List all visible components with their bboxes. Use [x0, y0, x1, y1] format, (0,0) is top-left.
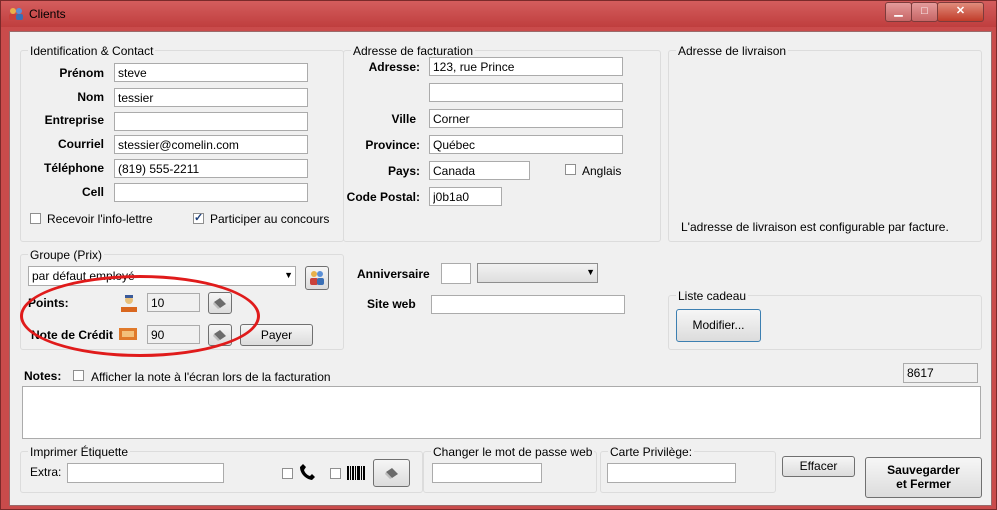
identification-legend: Identification & Contact: [28, 44, 156, 58]
pays-label: Pays:: [387, 164, 420, 178]
modifier-liste-button[interactable]: Modifier...: [676, 309, 761, 342]
title-bar[interactable]: Clients ▁ □ ✕: [1, 1, 996, 27]
adresse-line2-field[interactable]: [429, 83, 623, 102]
chevron-down-icon: ▼: [284, 270, 293, 280]
nom-field[interactable]: [114, 88, 308, 107]
telephone-field[interactable]: [114, 159, 308, 178]
people-icon: [9, 8, 23, 20]
notes-label: Notes:: [24, 369, 62, 383]
phone-checkbox[interactable]: [282, 468, 293, 479]
carte-field[interactable]: [607, 463, 736, 483]
print-label-button[interactable]: [373, 459, 410, 487]
barcode-icon: [347, 466, 365, 480]
livraison-note: L'adresse de livraison est configurable …: [681, 220, 949, 234]
infolettre-label: Recevoir l'info-lettre: [47, 212, 153, 226]
window-title: Clients: [29, 7, 66, 21]
extra-label: Extra:: [30, 465, 62, 479]
province-field[interactable]: [429, 135, 623, 154]
concours-checkbox[interactable]: [193, 211, 204, 224]
sauvegarder-line1: Sauvegarder: [887, 463, 960, 477]
prenom-label: Prénom: [59, 66, 104, 80]
livraison-legend: Adresse de livraison: [676, 44, 789, 58]
infolettre-checkbox[interactable]: [30, 213, 41, 224]
concours-label: Participer au concours: [210, 212, 330, 226]
anniversaire-month-select[interactable]: ▼: [477, 263, 598, 283]
sauvegarder-fermer-button[interactable]: Sauvegarder et Fermer: [865, 457, 982, 498]
eraser-icon: [384, 468, 398, 479]
code-postal-label: Code Postal:: [346, 190, 420, 204]
groupe-people-button[interactable]: [305, 266, 329, 290]
people-icon: [310, 271, 324, 285]
client-id-field: [903, 363, 978, 383]
maximize-icon: □: [921, 5, 928, 17]
barcode-checkbox[interactable]: [330, 468, 341, 479]
livraison-group: Adresse de livraison: [668, 44, 982, 242]
clients-window: Clients ▁ □ ✕ Identification & Contact P…: [0, 0, 997, 510]
afficher-note-label: Afficher la note à l'écran lors de la fa…: [91, 370, 331, 384]
adresse-label: Adresse:: [368, 60, 420, 74]
carte-legend: Carte Privilège:: [608, 445, 695, 459]
mot-de-passe-field[interactable]: [432, 463, 542, 483]
pays-field[interactable]: [429, 161, 530, 180]
cell-label: Cell: [81, 185, 104, 199]
code-postal-field[interactable]: [429, 187, 502, 206]
close-icon: ✕: [955, 5, 966, 17]
nom-label: Nom: [77, 90, 104, 104]
effacer-button[interactable]: Effacer: [782, 456, 855, 477]
chevron-down-icon: ▼: [586, 267, 595, 277]
anniversaire-label: Anniversaire: [357, 267, 430, 281]
liste-cadeau-legend: Liste cadeau: [676, 289, 749, 303]
minimize-icon: ▁: [894, 5, 903, 17]
minimize-button[interactable]: ▁: [885, 2, 912, 22]
highlight-ellipse: [20, 275, 260, 357]
phone-icon: [300, 464, 315, 480]
telephone-label: Téléphone: [43, 161, 104, 175]
anglais-checkbox[interactable]: [565, 164, 576, 175]
site-web-field[interactable]: [431, 295, 625, 314]
notes-textarea[interactable]: [22, 386, 981, 439]
etiquette-legend: Imprimer Étiquette: [28, 445, 131, 459]
adresse-line1-field[interactable]: [429, 57, 623, 76]
form-area: Identification & Contact Prénom Nom Entr…: [9, 31, 992, 506]
afficher-note-checkbox[interactable]: [73, 370, 84, 381]
extra-field[interactable]: [67, 463, 224, 483]
mot-de-passe-legend: Changer le mot de passe web: [431, 445, 595, 459]
courriel-field[interactable]: [114, 135, 308, 154]
ville-label: Ville: [391, 112, 416, 126]
facturation-legend: Adresse de facturation: [351, 44, 476, 58]
entreprise-field[interactable]: [114, 112, 308, 131]
entreprise-label: Entreprise: [44, 113, 104, 127]
anniversaire-day-field[interactable]: [441, 263, 471, 284]
anglais-label: Anglais: [582, 164, 622, 178]
ville-field[interactable]: [429, 109, 623, 128]
cell-field[interactable]: [114, 183, 308, 202]
close-button[interactable]: ✕: [937, 2, 984, 22]
site-web-label: Site web: [367, 297, 416, 311]
courriel-label: Courriel: [57, 137, 104, 151]
prenom-field[interactable]: [114, 63, 308, 82]
maximize-button[interactable]: □: [911, 2, 938, 22]
sauvegarder-line2: et Fermer: [896, 477, 951, 491]
province-label: Province:: [365, 138, 420, 152]
groupe-legend: Groupe (Prix): [28, 248, 105, 262]
